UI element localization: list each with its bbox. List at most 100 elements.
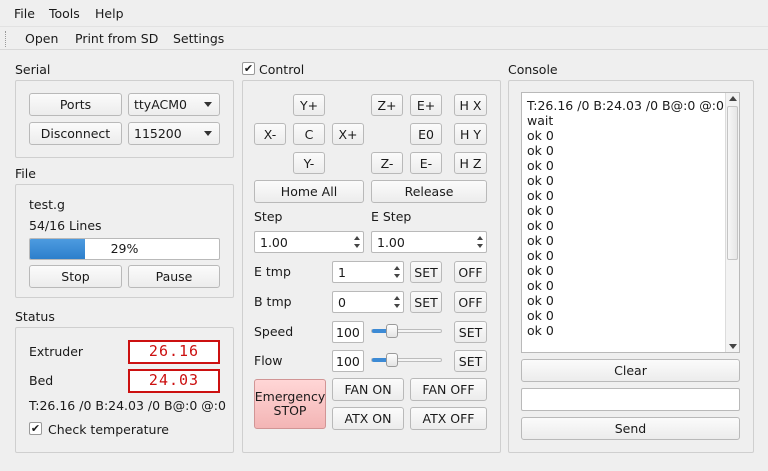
step-spinbox[interactable]: 1.00 xyxy=(254,231,364,253)
spin-down-icon[interactable] xyxy=(394,304,400,308)
console-line: ok 0 xyxy=(527,248,554,263)
jog-y-plus-button[interactable]: Y+ xyxy=(293,94,325,116)
btmp-set-button[interactable]: SET xyxy=(410,291,442,313)
jog-y-minus-button[interactable]: Y- xyxy=(293,152,325,174)
spin-up-icon[interactable] xyxy=(354,236,360,240)
file-name: test.g xyxy=(29,197,65,212)
jog-center-button[interactable]: C xyxy=(293,123,325,145)
bed-temp-display: 24.03 xyxy=(128,369,220,393)
console-line: ok 0 xyxy=(527,173,554,188)
extruder-zero-button[interactable]: E0 xyxy=(410,123,442,145)
console-output[interactable]: T:26.16 /0 B:24.03 /0 B@:0 @:0 wait ok 0 ok… xyxy=(521,92,740,353)
extruder-label: Extruder xyxy=(29,344,84,359)
jog-x-minus-button[interactable]: X- xyxy=(254,123,286,145)
etmp-off-button[interactable]: OFF xyxy=(454,261,487,283)
scroll-down-icon[interactable] xyxy=(729,344,737,349)
btmp-spinbox[interactable]: 0 xyxy=(332,291,404,313)
menu-file[interactable]: File xyxy=(14,6,35,21)
jog-e-minus-button[interactable]: E- xyxy=(410,152,442,174)
menu-bar: File Tools Help xyxy=(0,0,768,26)
jog-x-plus-button[interactable]: X+ xyxy=(332,123,364,145)
console-line: wait xyxy=(527,113,554,128)
console-line: ok 0 xyxy=(527,233,554,248)
fan-off-button[interactable]: FAN OFF xyxy=(410,378,487,401)
open-button[interactable]: Open xyxy=(25,31,58,46)
spin-down-icon[interactable] xyxy=(477,244,483,248)
console-line: T:26.16 /0 B:24.03 /0 B@:0 @:0 xyxy=(527,98,724,113)
home-y-button[interactable]: H Y xyxy=(454,123,487,145)
etmp-label: E tmp xyxy=(254,264,291,279)
btmp-off-button[interactable]: OFF xyxy=(454,291,487,313)
file-lines: 54/16 Lines xyxy=(29,218,102,233)
console-scrollbar[interactable] xyxy=(725,93,739,352)
disconnect-button[interactable]: Disconnect xyxy=(29,122,122,145)
progress-text: 29% xyxy=(110,241,139,256)
scroll-up-icon[interactable] xyxy=(729,96,737,101)
estop-line2: STOP xyxy=(273,403,307,418)
spin-up-icon[interactable] xyxy=(394,296,400,300)
control-checkbox[interactable]: ✔ xyxy=(242,62,255,75)
send-button[interactable]: Send xyxy=(521,417,740,440)
emergency-stop-button[interactable]: Emergency STOP xyxy=(254,379,326,429)
jog-e-plus-button[interactable]: E+ xyxy=(410,94,442,116)
speed-label: Speed xyxy=(254,324,294,339)
console-line: ok 0 xyxy=(527,263,554,278)
home-all-button[interactable]: Home All xyxy=(254,180,364,203)
port-select-value: ttyACM0 xyxy=(134,97,187,112)
temperature-readout: T:26.16 /0 B:24.03 /0 B@:0 @:0 xyxy=(29,398,226,413)
command-input[interactable] xyxy=(521,388,740,411)
console-line: ok 0 xyxy=(527,218,554,233)
console-line: ok 0 xyxy=(527,128,554,143)
check-temperature-checkbox[interactable]: ✔ xyxy=(29,422,42,435)
spin-up-icon[interactable] xyxy=(477,236,483,240)
estop-line1: Emergency xyxy=(254,389,326,404)
flow-input[interactable]: 100 xyxy=(332,350,364,372)
etmp-value: 1 xyxy=(338,264,346,280)
jog-z-minus-button[interactable]: Z- xyxy=(371,152,403,174)
btmp-value: 0 xyxy=(338,294,346,310)
speed-input[interactable]: 100 xyxy=(332,321,364,343)
fan-on-button[interactable]: FAN ON xyxy=(332,378,404,401)
jog-z-plus-button[interactable]: Z+ xyxy=(371,94,403,116)
pause-button[interactable]: Pause xyxy=(128,265,220,288)
console-line: ok 0 xyxy=(527,323,554,338)
print-from-sd-button[interactable]: Print from SD xyxy=(75,31,158,46)
estep-spinbox[interactable]: 1.00 xyxy=(371,231,487,253)
console-lines: T:26.16 /0 B:24.03 /0 B@:0 @:0 wait ok 0 ok… xyxy=(527,98,724,338)
etmp-spinbox[interactable]: 1 xyxy=(332,261,404,283)
scrollbar-thumb[interactable] xyxy=(727,106,738,260)
console-line: ok 0 xyxy=(527,308,554,323)
spin-down-icon[interactable] xyxy=(394,274,400,278)
flow-set-button[interactable]: SET xyxy=(454,350,487,372)
chevron-down-icon xyxy=(204,131,212,136)
toolbar-grip[interactable] xyxy=(5,31,8,47)
serial-title: Serial xyxy=(15,62,51,77)
spin-up-icon[interactable] xyxy=(394,266,400,270)
file-title: File xyxy=(15,166,36,181)
baud-select[interactable]: 115200 xyxy=(128,122,220,145)
speed-slider-handle[interactable] xyxy=(386,324,399,338)
step-label: Step xyxy=(254,209,283,224)
atx-on-button[interactable]: ATX ON xyxy=(332,407,404,430)
console-line: ok 0 xyxy=(527,143,554,158)
speed-set-button[interactable]: SET xyxy=(454,321,487,343)
settings-button[interactable]: Settings xyxy=(173,31,224,46)
atx-off-button[interactable]: ATX OFF xyxy=(410,407,487,430)
clear-button[interactable]: Clear xyxy=(521,359,740,382)
flow-label: Flow xyxy=(254,353,283,368)
print-progress-bar: 29% xyxy=(29,238,220,260)
bed-label: Bed xyxy=(29,373,54,388)
menu-help[interactable]: Help xyxy=(95,6,124,21)
flow-slider-handle[interactable] xyxy=(386,353,399,367)
home-x-button[interactable]: H X xyxy=(454,94,487,116)
stop-button[interactable]: Stop xyxy=(29,265,122,288)
spin-down-icon[interactable] xyxy=(354,244,360,248)
port-select[interactable]: ttyACM0 xyxy=(128,93,220,116)
check-temperature-label: Check temperature xyxy=(48,422,169,437)
menu-tools[interactable]: Tools xyxy=(49,6,80,21)
home-z-button[interactable]: H Z xyxy=(454,152,487,174)
etmp-set-button[interactable]: SET xyxy=(410,261,442,283)
estep-label: E Step xyxy=(371,209,412,224)
release-button[interactable]: Release xyxy=(371,180,487,203)
ports-button[interactable]: Ports xyxy=(29,93,122,116)
